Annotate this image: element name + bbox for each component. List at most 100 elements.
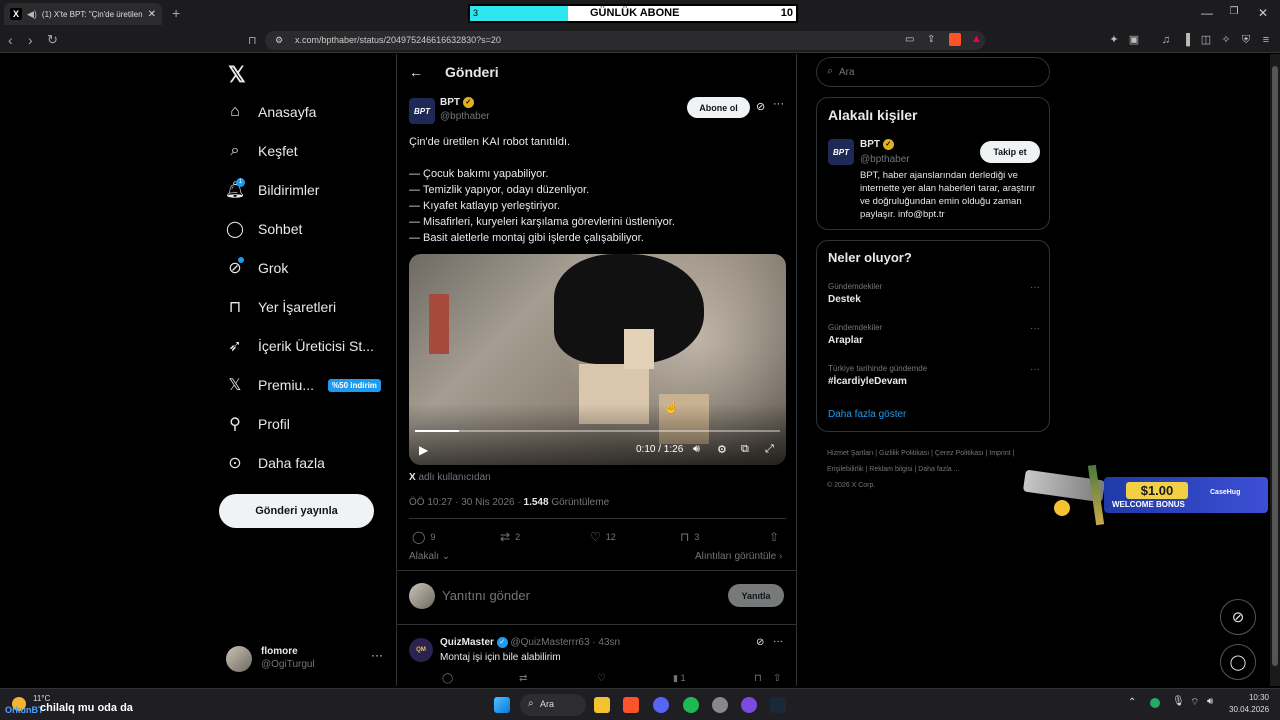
show-more-link[interactable]: Daha fazla göster [828, 409, 906, 420]
file-explorer-icon[interactable] [594, 697, 610, 713]
volume-icon[interactable]: 🔊︎ [1207, 696, 1213, 707]
ad-banner[interactable]: $1.00 WELCOME BONUS CaseHug [1022, 464, 1268, 526]
like-action[interactable]: ♡ 12 [590, 530, 616, 544]
trend-item[interactable]: Gündemdekiler Araplar ··· [828, 323, 1040, 346]
account-switcher[interactable]: flomore @OgiTurgul ··· [226, 644, 396, 674]
forward-icon[interactable]: › [28, 32, 33, 48]
reply-more-icon[interactable]: ··· [773, 636, 783, 647]
view-quotes-link[interactable]: Alıntıları görüntüle › [695, 551, 782, 562]
video-source[interactable]: X adlı kullanıcıdan [409, 472, 491, 483]
new-tab-icon[interactable]: + [172, 5, 180, 21]
nav-item-more[interactable]: ⊙ Daha fazla [226, 454, 325, 472]
wifi-icon[interactable]: ⌔ [1190, 696, 1199, 709]
ai-icon[interactable]: ✧ [1220, 34, 1232, 46]
avatar[interactable]: BPT [828, 139, 854, 165]
brave-browser-icon[interactable] [623, 697, 639, 713]
repost-action[interactable]: ⇄ 2 [500, 530, 520, 544]
windows-start-icon[interactable] [494, 697, 510, 713]
music-icon[interactable]: ♫ [1160, 34, 1172, 46]
x-logo-icon[interactable]: 𝕏 [228, 62, 246, 88]
bookmark-page-icon[interactable]: ⊓ [248, 34, 257, 47]
nav-item-home[interactable]: ⌂ Anasayfa [226, 103, 316, 121]
screenshot-icon[interactable]: ▣ [1128, 34, 1140, 46]
share-icon[interactable]: ⇪ [927, 34, 935, 45]
post-author-avatar[interactable]: BPT [409, 98, 435, 124]
window-close-icon[interactable]: ✕ [1256, 6, 1270, 20]
settings-icon[interactable]: ⚙ [717, 443, 727, 456]
taskbar-search[interactable]: ⌕ Ara [520, 694, 586, 716]
back-arrow-icon[interactable]: ← [409, 64, 423, 80]
footer-link[interactable]: Çerez Politikası [935, 450, 984, 457]
app-icon[interactable] [712, 697, 728, 713]
steam-icon[interactable] [770, 697, 786, 713]
url-field[interactable]: ⚙ x.com/bpthaber/status/2049752466166328… [265, 31, 985, 50]
related-dropdown[interactable]: Alakalı ⌄ [409, 551, 450, 562]
follow-button[interactable]: Takip et [980, 141, 1040, 163]
trend-more-icon[interactable]: ··· [1030, 364, 1040, 375]
grok-explain-icon[interactable]: ⊘ [756, 100, 765, 113]
vpn-icon[interactable]: ⛨ [1240, 34, 1252, 46]
fullscreen-icon[interactable]: ⤢ [765, 443, 774, 456]
sidebar-icon[interactable]: ▐ [1180, 34, 1192, 46]
trend-more-icon[interactable]: ··· [1030, 323, 1040, 334]
search-input[interactable]: ⌕ Ara [816, 57, 1050, 87]
back-icon[interactable]: ‹ [8, 32, 13, 48]
nav-item-premium[interactable]: 𝕏 Premiu... %50 indirim [226, 376, 381, 394]
post-author-handle[interactable]: @bpthaber [440, 111, 490, 122]
post-button[interactable]: Gönderi yayınla [219, 494, 374, 528]
messages-floating-button[interactable]: ◯ [1220, 644, 1256, 680]
reply-input[interactable]: Yanıtını gönder [442, 588, 530, 603]
video-progress-track[interactable] [415, 430, 780, 432]
obs-icon[interactable] [741, 697, 757, 713]
footer-link[interactable]: Erişilebilirlik [827, 466, 864, 473]
reply-stats[interactable]: ▮ 1 [673, 673, 685, 684]
reply-button[interactable]: Yanıtla [728, 584, 784, 607]
extensions-icon[interactable]: ✦ [1108, 34, 1120, 46]
nav-item-creator-studio[interactable]: ➶ İçerik Üreticisi St... [226, 337, 374, 355]
footer-link[interactable]: Gizlilik Politikası [879, 450, 929, 457]
nav-item-profile[interactable]: ⚲ Profil [226, 415, 290, 433]
reply-author[interactable]: QuizMaster ✓ @QuizMasterrr63 · 43sn [440, 637, 620, 648]
wallet-icon[interactable]: ◫ [1200, 34, 1212, 46]
play-icon[interactable]: ▶ [419, 443, 428, 457]
reply-share-icon[interactable]: ⇧ [773, 673, 781, 684]
share-action[interactable]: ⇧ [769, 530, 779, 544]
spotify-icon[interactable] [683, 697, 699, 713]
site-info-icon[interactable]: ⚙ [275, 35, 283, 46]
microphone-icon[interactable]: 🎙︎ [1172, 696, 1185, 707]
tray-chevron-icon[interactable]: ⌃ [1128, 697, 1136, 708]
footer-link[interactable]: Imprint [989, 450, 1010, 457]
minimize-icon[interactable]: — [1200, 6, 1214, 20]
nav-item-bookmarks[interactable]: ⊓ Yer İşaretleri [226, 298, 336, 316]
nav-item-explore[interactable]: ⌕ Keşfet [226, 142, 298, 160]
discord-icon[interactable] [653, 697, 669, 713]
video-player[interactable]: ▶ 0:10 / 1:26 🔊︎ ⚙ ⧉ ⤢ ☝ [409, 254, 786, 465]
audio-icon[interactable]: ◀) [27, 9, 37, 20]
more-icon[interactable]: ··· [371, 648, 383, 662]
scrollbar[interactable] [1270, 54, 1280, 686]
related-person-name[interactable]: BPT ✓ [860, 139, 894, 150]
menu-icon[interactable]: ≡ [1260, 34, 1272, 46]
nav-item-grok[interactable]: ⊘ Grok [226, 257, 288, 277]
footer-link[interactable]: Reklam bilgisi [869, 466, 912, 473]
trend-more-icon[interactable]: ··· [1030, 282, 1040, 293]
nav-item-notifications[interactable]: 🔔︎ 1 Bildirimler [225, 178, 319, 199]
trend-item[interactable]: Gündemdekiler Destek ··· [828, 282, 1040, 305]
popout-icon[interactable]: ⧉ [741, 443, 749, 456]
reply-author-avatar[interactable]: QM [409, 638, 433, 662]
reply-heart-icon[interactable]: ♡ [597, 673, 606, 684]
tab-close-icon[interactable]: ✕ [148, 9, 156, 20]
trend-item[interactable]: Türkiye tarihinde gündemde #İcardiyleDev… [828, 364, 1040, 387]
volume-icon[interactable]: 🔊︎ [693, 443, 700, 456]
reply-bookmark-icon[interactable]: ⊓ [754, 673, 762, 684]
footer-link[interactable]: Hizmet Şartları [827, 450, 873, 457]
bookmark-action[interactable]: ⊓ 3 [680, 530, 699, 544]
clock[interactable]: 10:30 30.04.2026 [1229, 693, 1269, 714]
restore-icon[interactable]: ❐ [1227, 6, 1241, 17]
reply-reply-icon[interactable]: ◯ [442, 673, 453, 684]
brave-rewards-icon[interactable]: ▲ [971, 33, 982, 45]
grok-floating-button[interactable]: ⊘ [1220, 599, 1256, 635]
subscribe-button[interactable]: Abone ol [687, 97, 750, 118]
post-more-icon[interactable]: ··· [773, 98, 784, 110]
reply-repost-icon[interactable]: ⇄ [519, 673, 527, 684]
